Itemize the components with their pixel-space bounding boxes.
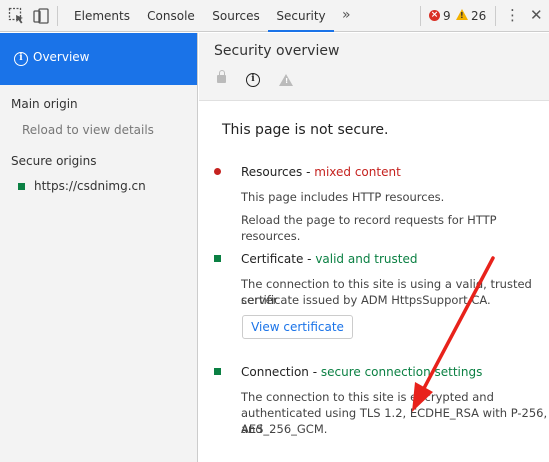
warning-count[interactable]: 26 bbox=[471, 0, 486, 32]
connection-state: secure connection settings bbox=[320, 365, 483, 379]
security-header: Security overview i ! bbox=[199, 33, 549, 101]
certificate-title: Certificate bbox=[241, 252, 304, 266]
toolbar-divider bbox=[420, 6, 421, 26]
view-certificate-button[interactable]: View certificate bbox=[242, 315, 353, 339]
tab-security[interactable]: Security bbox=[268, 0, 334, 32]
info-icon: i bbox=[246, 73, 260, 87]
toolbar-divider bbox=[495, 6, 496, 26]
resources-title: Resources bbox=[241, 165, 303, 179]
sidebar-item-label: Overview bbox=[33, 50, 90, 64]
connection-line-3: AES_256_GCM. bbox=[241, 422, 328, 436]
reload-hint: Reload to view details bbox=[22, 123, 154, 137]
certificate-state: valid and trusted bbox=[315, 252, 418, 266]
security-sidebar: i Overview Main origin Reload to view de… bbox=[0, 33, 198, 462]
resources-separator: - bbox=[302, 165, 315, 179]
sidebar-item-overview[interactable]: i Overview bbox=[0, 33, 197, 85]
security-status: This page is not secure. bbox=[222, 122, 389, 138]
certificate-heading: Certificate - valid and trusted bbox=[241, 252, 417, 266]
connection-separator: - bbox=[308, 365, 321, 379]
info-icon: i bbox=[14, 52, 28, 66]
resources-line-1: This page includes HTTP resources. bbox=[241, 190, 445, 204]
close-icon[interactable]: ✕ bbox=[530, 0, 543, 32]
resources-heading: Resources - mixed content bbox=[241, 165, 401, 179]
main-origin-heading: Main origin bbox=[11, 97, 78, 111]
inspect-element-icon[interactable] bbox=[8, 7, 26, 25]
lock-icon bbox=[217, 70, 226, 83]
warning-mark: ! bbox=[460, 11, 464, 20]
kebab-menu-icon[interactable]: ⋮ bbox=[505, 0, 520, 32]
secure-origin-icon bbox=[18, 183, 25, 190]
connection-heading: Connection - secure connection settings bbox=[241, 365, 482, 379]
page-title: Security overview bbox=[214, 43, 340, 59]
certificate-status-icon bbox=[214, 255, 221, 262]
connection-status-icon bbox=[214, 368, 221, 375]
certificate-separator: - bbox=[303, 252, 316, 266]
error-icon[interactable]: × bbox=[429, 10, 440, 21]
tab-console[interactable]: Console bbox=[138, 0, 204, 32]
sidebar-item-origin[interactable]: https://csdnimg.cn bbox=[34, 179, 146, 193]
more-tabs-button[interactable]: » bbox=[342, 0, 351, 32]
warning-mark: ! bbox=[285, 77, 289, 85]
resources-status-icon bbox=[214, 168, 221, 175]
error-count[interactable]: 9 bbox=[443, 0, 451, 32]
devtools-toolbar: Elements Console Sources Security » × 9 … bbox=[0, 0, 549, 32]
secure-origins-heading: Secure origins bbox=[11, 154, 97, 168]
tab-elements[interactable]: Elements bbox=[66, 0, 138, 32]
security-main-panel: Security overview i ! This page is not s… bbox=[199, 33, 549, 462]
toolbar-divider bbox=[57, 6, 58, 26]
certificate-line-2: certificate issued by ADM HttpsSupport C… bbox=[241, 293, 491, 307]
resources-line-2: Reload the page to record requests for H… bbox=[241, 213, 497, 243]
device-toolbar-icon[interactable] bbox=[32, 7, 50, 25]
connection-title: Connection bbox=[241, 365, 309, 379]
connection-line-1: The connection to this site is encrypted… bbox=[241, 390, 494, 404]
resources-state: mixed content bbox=[314, 165, 401, 179]
tab-sources[interactable]: Sources bbox=[204, 0, 268, 32]
